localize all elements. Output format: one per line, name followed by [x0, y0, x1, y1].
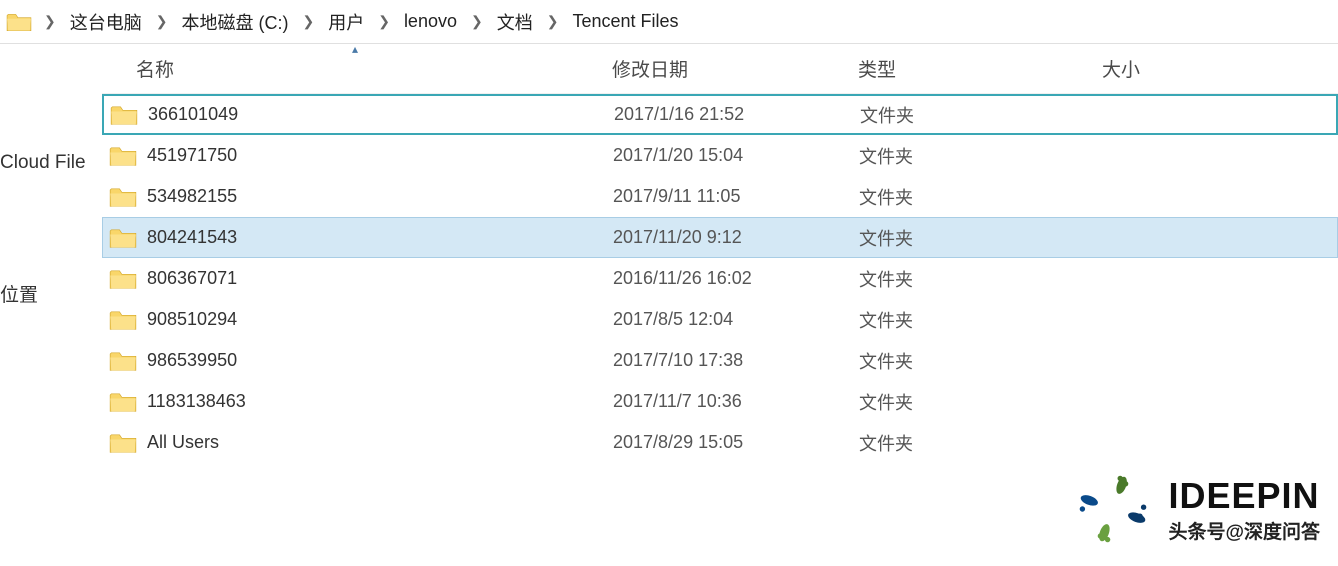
- file-date: 2017/8/29 15:05: [613, 432, 859, 453]
- sort-indicator-icon: ▴: [352, 42, 358, 56]
- table-row[interactable]: All Users 2017/8/29 15:05文件夹: [102, 422, 1338, 463]
- header-date[interactable]: 修改日期: [612, 44, 858, 93]
- file-type: 文件夹: [859, 225, 1103, 251]
- file-name: 366101049: [148, 104, 238, 125]
- file-name: 1183138463: [147, 391, 246, 412]
- breadcrumb-item[interactable]: 本地磁盘 (C:): [179, 0, 290, 43]
- sidebar-item-cloud[interactable]: Cloud File: [0, 144, 102, 182]
- folder-icon: [6, 11, 32, 33]
- chevron-right-icon[interactable]: ❯: [34, 0, 66, 43]
- folder-icon: [109, 144, 137, 168]
- file-type: 文件夹: [859, 143, 1103, 169]
- table-row[interactable]: 804241543 2017/11/20 9:12文件夹: [102, 217, 1338, 258]
- file-name: All Users: [147, 432, 219, 453]
- chevron-right-icon[interactable]: ❯: [292, 0, 324, 43]
- breadcrumb-item[interactable]: 用户: [326, 0, 366, 43]
- header-size[interactable]: 大小: [1102, 44, 1338, 93]
- breadcrumb-bar: ❯ 这台电脑 ❯ 本地磁盘 (C:) ❯ 用户 ❯ lenovo ❯ 文档 ❯ …: [0, 0, 1338, 44]
- watermark-sub: 头条号@深度问答: [1168, 517, 1320, 544]
- file-type: 文件夹: [859, 389, 1103, 415]
- file-date: 2017/1/16 21:52: [614, 104, 860, 125]
- file-name: 986539950: [147, 350, 237, 371]
- file-name: 534982155: [147, 186, 237, 207]
- sidebar-item-location[interactable]: 位置: [0, 272, 102, 315]
- file-date: 2017/9/11 11:05: [613, 186, 859, 207]
- folder-icon: [109, 185, 137, 209]
- file-type: 文件夹: [860, 102, 1104, 128]
- file-date: 2016/11/26 16:02: [613, 268, 859, 289]
- folder-icon: [109, 431, 137, 455]
- folder-icon: [109, 308, 137, 332]
- breadcrumb-item[interactable]: Tencent Files: [570, 0, 680, 43]
- file-date: 2017/11/7 10:36: [613, 391, 859, 412]
- table-row[interactable]: 908510294 2017/8/5 12:04文件夹: [102, 299, 1338, 340]
- file-date: 2017/8/5 12:04: [613, 309, 859, 330]
- chevron-right-icon[interactable]: ❯: [368, 0, 400, 43]
- table-row[interactable]: 986539950 2017/7/10 17:38文件夹: [102, 340, 1338, 381]
- table-row[interactable]: 451971750 2017/1/20 15:04文件夹: [102, 135, 1338, 176]
- file-type: 文件夹: [859, 184, 1103, 210]
- folder-icon: [110, 103, 138, 127]
- table-row[interactable]: 806367071 2016/11/26 16:02文件夹: [102, 258, 1338, 299]
- file-type: 文件夹: [859, 348, 1103, 374]
- folder-icon: [109, 267, 137, 291]
- folder-icon: [109, 349, 137, 373]
- table-row[interactable]: 366101049 2017/1/16 21:52文件夹: [102, 94, 1338, 135]
- file-date: 2017/7/10 17:38: [613, 350, 859, 371]
- watermark-brand: IDEEPIN: [1168, 475, 1320, 517]
- file-name: 908510294: [147, 309, 237, 330]
- file-name: 806367071: [147, 268, 237, 289]
- folder-icon: [109, 226, 137, 250]
- chevron-right-icon[interactable]: ❯: [461, 0, 493, 43]
- breadcrumb-item[interactable]: 这台电脑: [68, 0, 144, 43]
- sidebar: Cloud File 位置: [0, 44, 102, 566]
- file-date: 2017/1/20 15:04: [613, 145, 859, 166]
- watermark: IDEEPIN 头条号@深度问答: [1068, 464, 1320, 554]
- chevron-right-icon[interactable]: ❯: [537, 0, 569, 43]
- rows-container: 3661010492017/1/16 21:52文件夹4519717502017…: [102, 94, 1338, 463]
- file-date: 2017/11/20 9:12: [613, 227, 859, 248]
- watermark-logo-icon: [1068, 464, 1158, 554]
- table-row[interactable]: 534982155 2017/9/11 11:05文件夹: [102, 176, 1338, 217]
- file-name: 804241543: [147, 227, 237, 248]
- breadcrumb-item[interactable]: lenovo: [402, 0, 459, 43]
- file-name: 451971750: [147, 145, 237, 166]
- table-row[interactable]: 1183138463 2017/11/7 10:36文件夹: [102, 381, 1338, 422]
- chevron-right-icon[interactable]: ❯: [146, 0, 178, 43]
- column-headers: ▴ 名称 修改日期 类型 大小: [102, 44, 1338, 94]
- file-type: 文件夹: [859, 430, 1103, 456]
- file-type: 文件夹: [859, 266, 1103, 292]
- folder-icon: [109, 390, 137, 414]
- breadcrumb-item[interactable]: 文档: [495, 0, 535, 43]
- header-type[interactable]: 类型: [858, 44, 1102, 93]
- file-type: 文件夹: [859, 307, 1103, 333]
